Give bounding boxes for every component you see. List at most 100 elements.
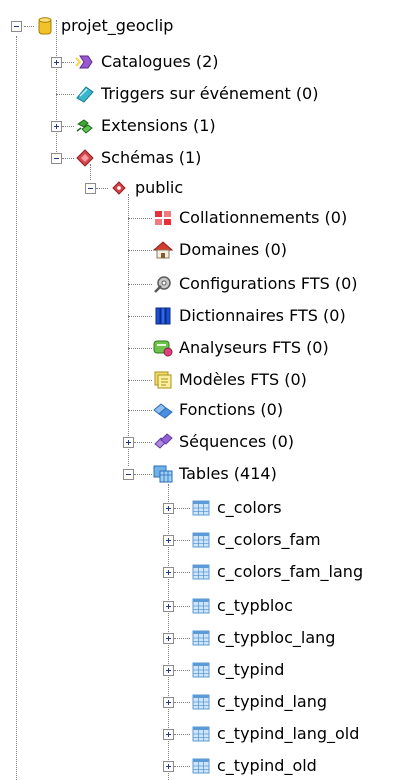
tree-guide	[174, 734, 190, 735]
table-icon	[192, 694, 210, 710]
tree-item-label: public	[135, 178, 184, 197]
tree-item-label: Configurations FTS (0)	[179, 274, 358, 293]
tree-guide	[128, 348, 152, 349]
expand-toggle[interactable]	[163, 633, 174, 644]
expand-toggle[interactable]	[163, 535, 174, 546]
tree-guide	[62, 126, 74, 127]
tree-item-catalogues[interactable]: Catalogues (2)	[74, 50, 219, 74]
tree-item-table[interactable]: c_typind_old	[190, 754, 317, 778]
database-icon	[38, 17, 52, 35]
tree-guide	[128, 194, 129, 466]
tree-item-domaines[interactable]: Domaines (0)	[152, 238, 287, 262]
expand-toggle[interactable]	[163, 697, 174, 708]
expand-toggle[interactable]	[51, 57, 62, 68]
function-icon	[153, 403, 173, 419]
expand-toggle[interactable]	[163, 729, 174, 740]
expand-toggle[interactable]	[51, 121, 62, 132]
tables-icon	[153, 465, 173, 483]
tree-guide	[128, 380, 152, 381]
tree-item-label: Séquences (0)	[179, 432, 295, 451]
tree-item-table[interactable]: c_colors_fam	[190, 528, 321, 552]
tree-item-table[interactable]: c_typbloc	[190, 594, 293, 618]
tree-item-label: c_typind	[217, 660, 285, 679]
tree-item-schemas[interactable]: Schémas (1)	[74, 146, 201, 170]
tree-guide	[16, 36, 17, 780]
tree-guide	[128, 250, 152, 251]
tree-item-modeles-fts[interactable]: Modèles FTS (0)	[152, 368, 307, 392]
tree-guide	[128, 316, 152, 317]
tree-item-label: c_typind_lang_old	[217, 724, 360, 743]
tree-guide	[56, 94, 74, 95]
expand-toggle[interactable]	[163, 601, 174, 612]
fts-dictionary-icon	[155, 307, 171, 325]
tree-guide	[96, 188, 108, 189]
collapse-toggle[interactable]	[11, 21, 22, 32]
tree-item-configurations-fts[interactable]: Configurations FTS (0)	[152, 272, 358, 296]
tree-item-sequences[interactable]: Séquences (0)	[152, 430, 294, 454]
tree-guide	[174, 508, 190, 509]
tree-guide	[128, 284, 152, 285]
object-browser-tree: projet_geoclip Catalogues (2) Triggers s…	[0, 0, 411, 780]
expand-toggle[interactable]	[163, 503, 174, 514]
table-icon	[192, 564, 210, 580]
tree-item-projet-geoclip[interactable]: projet_geoclip	[34, 14, 173, 38]
fts-config-icon	[154, 276, 171, 293]
tree-guide	[174, 670, 190, 671]
tree-guide	[62, 158, 74, 159]
tree-item-tables[interactable]: Tables (414)	[152, 462, 277, 486]
tree-item-schema-public[interactable]: public	[108, 176, 183, 200]
table-icon	[192, 500, 210, 516]
tree-item-extensions[interactable]: Extensions (1)	[74, 114, 216, 138]
table-icon	[192, 630, 210, 646]
tree-item-table[interactable]: c_colors	[190, 496, 282, 520]
tree-item-analyseurs-fts[interactable]: Analyseurs FTS (0)	[152, 336, 329, 360]
tree-guide	[174, 638, 190, 639]
tree-item-label: Domaines (0)	[179, 240, 288, 259]
tree-item-label: Schémas (1)	[101, 148, 202, 167]
table-icon	[192, 598, 210, 614]
tree-item-label: c_typind_old	[217, 756, 317, 775]
expand-toggle[interactable]	[163, 665, 174, 676]
tree-item-label: Modèles FTS (0)	[179, 370, 307, 389]
tree-item-label: c_typbloc_lang	[217, 628, 336, 647]
tree-item-label: Extensions (1)	[101, 116, 216, 135]
collapse-toggle[interactable]	[123, 469, 134, 480]
tree-item-table[interactable]: c_typbloc_lang	[190, 626, 335, 650]
table-icon	[192, 726, 210, 742]
expand-toggle[interactable]	[163, 567, 174, 578]
collapse-toggle[interactable]	[85, 183, 96, 194]
tree-guide	[134, 474, 152, 475]
tree-item-fonctions[interactable]: Fonctions (0)	[152, 398, 283, 422]
tree-item-label: Dictionnaires FTS (0)	[179, 306, 346, 325]
tree-item-table[interactable]: c_colors_fam_lang	[190, 560, 363, 584]
tree-item-label: Tables (414)	[179, 464, 277, 483]
tree-guide	[134, 442, 152, 443]
tree-guide	[174, 540, 190, 541]
tree-item-dictionnaires-fts[interactable]: Dictionnaires FTS (0)	[152, 304, 346, 328]
tree-guide	[56, 20, 57, 160]
tree-guide	[174, 572, 190, 573]
fts-template-icon	[154, 371, 172, 389]
tree-item-collationnements[interactable]: Collationnements (0)	[152, 206, 347, 230]
expand-toggle[interactable]	[163, 761, 174, 772]
collapse-toggle[interactable]	[51, 153, 62, 164]
event-trigger-icon	[76, 86, 94, 103]
tree-item-triggers[interactable]: Triggers sur événement (0)	[74, 82, 318, 106]
tree-item-table[interactable]: c_typind_lang_old	[190, 722, 359, 746]
fts-parser-icon	[153, 340, 173, 357]
tree-item-table[interactable]: c_typind_lang	[190, 690, 327, 714]
tree-item-label: Catalogues (2)	[101, 52, 219, 71]
schema-public-icon	[112, 181, 126, 195]
tree-item-label: Analyseurs FTS (0)	[179, 338, 329, 357]
expand-toggle[interactable]	[123, 437, 134, 448]
tree-item-label: Collationnements (0)	[179, 208, 348, 227]
tree-guide	[62, 62, 74, 63]
tree-guide	[174, 702, 190, 703]
tree-item-label: c_colors_fam_lang	[217, 562, 364, 581]
tree-item-label: projet_geoclip	[61, 16, 174, 35]
tree-item-table[interactable]: c_typind	[190, 658, 284, 682]
tree-guide	[174, 766, 190, 767]
tree-item-label: c_colors_fam	[217, 530, 321, 549]
extension-icon	[76, 119, 93, 134]
sequence-icon	[154, 433, 173, 449]
